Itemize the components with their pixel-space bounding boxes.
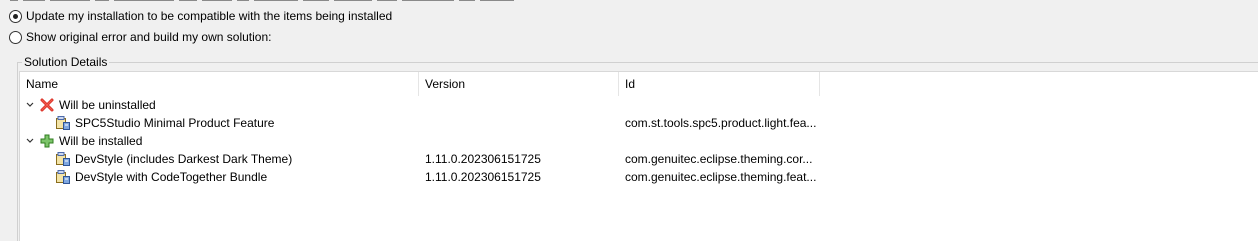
tree-item-row[interactable]: DevStyle with CodeTogether Bundle 1.11.0…	[20, 168, 1258, 186]
show-original-error-label: Show original error and build my own sol…	[26, 30, 272, 44]
tree-header: Name Version Id	[20, 72, 1258, 96]
column-header-version[interactable]: Version	[419, 72, 619, 96]
update-installation-option[interactable]: Update my installation to be compatible …	[9, 8, 392, 24]
item-name: DevStyle with CodeTogether Bundle	[75, 170, 268, 184]
feature-plugin-icon	[56, 116, 70, 130]
item-id: com.genuitec.eclipse.theming.cor...	[625, 152, 813, 166]
tree-group-label: Will be installed	[59, 134, 143, 148]
item-version	[425, 114, 615, 132]
solution-details-legend: Solution Details	[22, 55, 110, 69]
item-id: com.st.tools.spc5.product.light.fea...	[625, 116, 817, 130]
item-id: com.genuitec.eclipse.theming.feat...	[625, 170, 817, 184]
tree-item-row[interactable]: DevStyle (includes Darkest Dark Theme) 1…	[20, 150, 1258, 168]
feature-plugin-icon	[56, 152, 70, 166]
update-installation-label: Update my installation to be compatible …	[26, 9, 393, 23]
item-version: 1.11.0.202306151725	[425, 170, 541, 184]
clipped-description-text	[10, 0, 570, 3]
solution-details-tree[interactable]: Name Version Id Will be uninstalled SPC5…	[19, 71, 1258, 241]
show-original-error-option[interactable]: Show original error and build my own sol…	[9, 29, 271, 45]
show-original-error-radio[interactable]	[9, 30, 22, 44]
item-name: DevStyle (includes Darkest Dark Theme)	[75, 152, 293, 166]
tree-group-row-install[interactable]: Will be installed	[20, 132, 1258, 150]
red-x-icon	[40, 98, 54, 112]
chevron-down-icon[interactable]	[25, 132, 35, 150]
chevron-down-icon[interactable]	[25, 96, 35, 114]
tree-item-row[interactable]: SPC5Studio Minimal Product Feature com.s…	[20, 114, 1258, 132]
resolution-dialog-content: Update my installation to be compatible …	[0, 0, 1258, 241]
green-plus-icon	[40, 134, 54, 148]
item-version: 1.11.0.202306151725	[425, 152, 541, 166]
update-installation-radio[interactable]	[9, 9, 22, 23]
column-header-id[interactable]: Id	[619, 72, 820, 96]
column-header-name[interactable]: Name	[20, 72, 419, 96]
item-name: SPC5Studio Minimal Product Feature	[75, 116, 275, 130]
feature-plugin-icon	[56, 170, 70, 184]
tree-group-label: Will be uninstalled	[59, 98, 156, 112]
tree-group-row-uninstall[interactable]: Will be uninstalled	[20, 96, 1258, 114]
